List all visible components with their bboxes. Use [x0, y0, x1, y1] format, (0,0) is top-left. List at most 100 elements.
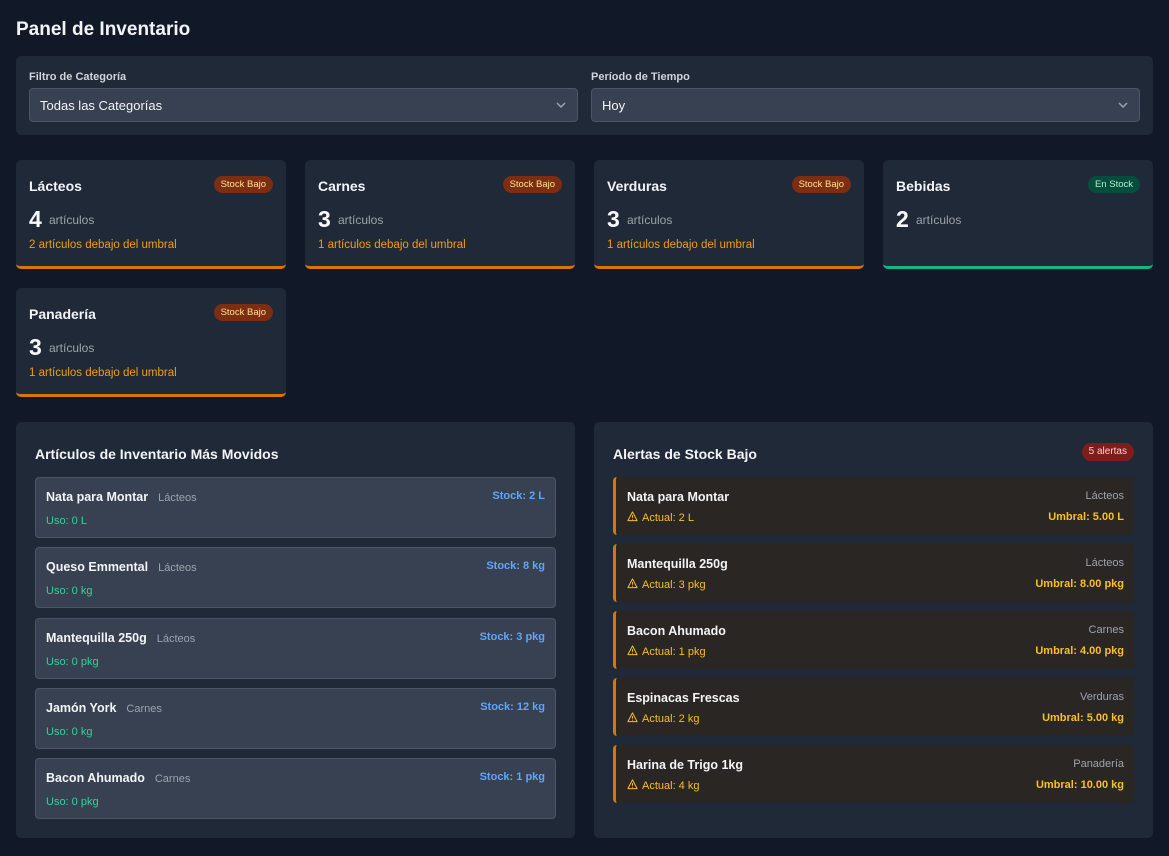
category-select[interactable]: Todas las Categorías: [29, 88, 578, 122]
item-usage: Uso: 0 pkg: [46, 656, 99, 668]
category-card-lacteos[interactable]: Lácteos Stock Bajo 4 artículos 2 artícul…: [16, 160, 286, 269]
alert-actual: Actual: 4 kg: [642, 780, 700, 792]
warning-icon: [627, 645, 638, 656]
status-badge: En Stock: [1087, 176, 1140, 193]
item-name: Mantequilla 250g: [46, 631, 147, 645]
item-category: Lácteos: [158, 562, 197, 574]
category-card-carnes[interactable]: Carnes Stock Bajo 3 artículos 1 artículo…: [305, 160, 575, 269]
category-count: 3: [607, 206, 620, 232]
top-moved-title: Artículos de Inventario Más Movidos: [35, 446, 279, 462]
item-name: Bacon Ahumado: [46, 771, 145, 785]
alert-actual: Actual: 2 L: [642, 512, 694, 524]
status-badge: Stock Bajo: [791, 176, 851, 193]
warning-icon: [627, 578, 638, 589]
alert-item[interactable]: Nata para Montar Lácteos Actual: 2 L Umb…: [613, 477, 1134, 535]
category-card-panaderia[interactable]: Panadería Stock Bajo 3 artículos 1 artíc…: [16, 288, 286, 397]
category-below-threshold: 2 artículos debajo del umbral: [29, 239, 177, 251]
alert-actual: Actual: 2 kg: [642, 713, 700, 725]
category-count: 3: [318, 206, 331, 232]
item-name-wrap: Bacon Ahumado Carnes: [46, 771, 190, 785]
alert-item-category: Verduras: [1079, 691, 1124, 703]
alerts-title: Alertas de Stock Bajo: [613, 446, 757, 462]
list-item[interactable]: Mantequilla 250g Lácteos Stock: 3 pkg Uso…: [35, 618, 556, 679]
category-unit: artículos: [916, 213, 962, 227]
alert-actual-wrap: Actual: 2 kg: [627, 712, 699, 725]
status-badge: Stock Bajo: [213, 176, 273, 193]
alert-item-name: Espinacas Frescas: [627, 691, 740, 705]
status-badge: Stock Bajo: [502, 176, 562, 193]
alert-actual-wrap: Actual: 2 L: [627, 511, 694, 524]
category-below-threshold: 1 artículos debajo del umbral: [318, 239, 466, 251]
low-stock-alerts-panel: Alertas de Stock Bajo 5 alertas Nata par…: [594, 422, 1153, 838]
category-filter-label: Filtro de Categoría: [29, 71, 127, 83]
alert-item-name: Harina de Trigo 1kg: [627, 758, 744, 772]
alert-item[interactable]: Harina de Trigo 1kg Panadería Actual: 4 …: [613, 745, 1134, 803]
item-name-wrap: Nata para Montar Lácteos: [46, 490, 197, 504]
alert-item-category: Carnes: [1088, 624, 1124, 636]
category-unit: artículos: [338, 213, 384, 227]
item-name: Nata para Montar: [46, 490, 149, 504]
item-category: Lácteos: [156, 633, 196, 645]
category-name: Lácteos: [29, 178, 82, 194]
category-card-verduras[interactable]: Verduras Stock Bajo 3 artículos 1 artícu…: [594, 160, 864, 269]
alert-actual-wrap: Actual: 1 pkg: [627, 645, 706, 658]
list-item[interactable]: Queso Emmental Lácteos Stock: 8 kg Uso: 0…: [35, 547, 556, 608]
item-usage: Uso: 0 L: [46, 515, 87, 527]
alert-item-name: Mantequilla 250g: [627, 557, 728, 571]
alert-actual-wrap: Actual: 4 kg: [627, 779, 699, 792]
category-name: Bebidas: [896, 178, 951, 194]
item-category: Carnes: [154, 773, 191, 785]
alert-threshold: Umbral: 8.00 pkg: [1035, 578, 1124, 590]
category-unit: artículos: [49, 341, 95, 355]
item-name: Jamón York: [46, 701, 117, 715]
period-filter-group: Período de Tiempo Hoy: [591, 71, 1140, 122]
alert-item-name: Nata para Montar: [627, 490, 730, 504]
item-name-wrap: Jamón York Carnes: [46, 701, 162, 715]
filters-bar: Filtro de Categoría Todas las Categorías…: [16, 56, 1153, 135]
period-select[interactable]: Hoy: [591, 88, 1140, 122]
category-count: 2: [896, 206, 909, 232]
item-usage: Uso: 0 kg: [46, 585, 93, 597]
alert-threshold: Umbral: 5.00 kg: [1042, 712, 1124, 724]
category-name: Panadería: [29, 306, 96, 322]
list-item[interactable]: Bacon Ahumado Carnes Stock: 1 pkg Uso: 0 …: [35, 758, 556, 819]
category-count: 3: [29, 334, 42, 360]
category-below-threshold: 1 artículos debajo del umbral: [607, 239, 755, 251]
top-moved-panel: Artículos de Inventario Más Movidos Nata…: [16, 422, 575, 838]
list-item[interactable]: Nata para Montar Lácteos Stock: 2 L Uso: …: [35, 477, 556, 538]
item-name-wrap: Queso Emmental Lácteos: [46, 560, 197, 574]
item-category: Lácteos: [158, 492, 197, 504]
alert-item-category: Lácteos: [1085, 490, 1124, 502]
item-category: Carnes: [126, 703, 162, 715]
warning-icon: [627, 779, 638, 790]
item-name-wrap: Mantequilla 250g Lácteos: [46, 631, 195, 645]
item-usage: Uso: 0 kg: [46, 726, 93, 738]
item-stock: Stock: 12 kg: [480, 701, 545, 713]
warning-icon: [627, 511, 638, 522]
alert-actual: Actual: 3 pkg: [642, 579, 706, 591]
alert-item[interactable]: Espinacas Frescas Verduras Actual: 2 kg …: [613, 678, 1134, 736]
item-stock: Stock: 8 kg: [486, 560, 545, 572]
alert-item[interactable]: Bacon Ahumado Carnes Actual: 1 pkg Umbra…: [613, 611, 1134, 669]
category-below-threshold: 1 artículos debajo del umbral: [29, 367, 177, 379]
category-card-bebidas[interactable]: Bebidas En Stock 2 artículos: [883, 160, 1153, 269]
category-unit: artículos: [627, 213, 673, 227]
item-stock: Stock: 2 L: [492, 490, 545, 502]
period-select-value: Hoy: [602, 98, 626, 113]
chevron-down-icon: [556, 102, 566, 109]
status-badge: Stock Bajo: [213, 304, 273, 321]
alert-item-name: Bacon Ahumado: [627, 624, 726, 638]
category-name: Verduras: [607, 178, 667, 194]
list-item[interactable]: Jamón York Carnes Stock: 12 kg Uso: 0 kg: [35, 688, 556, 749]
category-select-value: Todas las Categorías: [40, 98, 163, 113]
item-stock: Stock: 3 pkg: [479, 631, 545, 643]
alert-item-category: Panadería: [1073, 758, 1124, 770]
alert-threshold: Umbral: 10.00 kg: [1035, 779, 1124, 791]
alert-actual: Actual: 1 pkg: [642, 646, 706, 658]
category-count: 4: [29, 206, 42, 232]
item-stock: Stock: 1 pkg: [479, 771, 545, 783]
category-unit: artículos: [49, 213, 95, 227]
item-name: Queso Emmental: [46, 560, 149, 574]
period-filter-label: Período de Tiempo: [591, 71, 690, 83]
alert-item[interactable]: Mantequilla 250g Lácteos Actual: 3 pkg U…: [613, 544, 1134, 602]
